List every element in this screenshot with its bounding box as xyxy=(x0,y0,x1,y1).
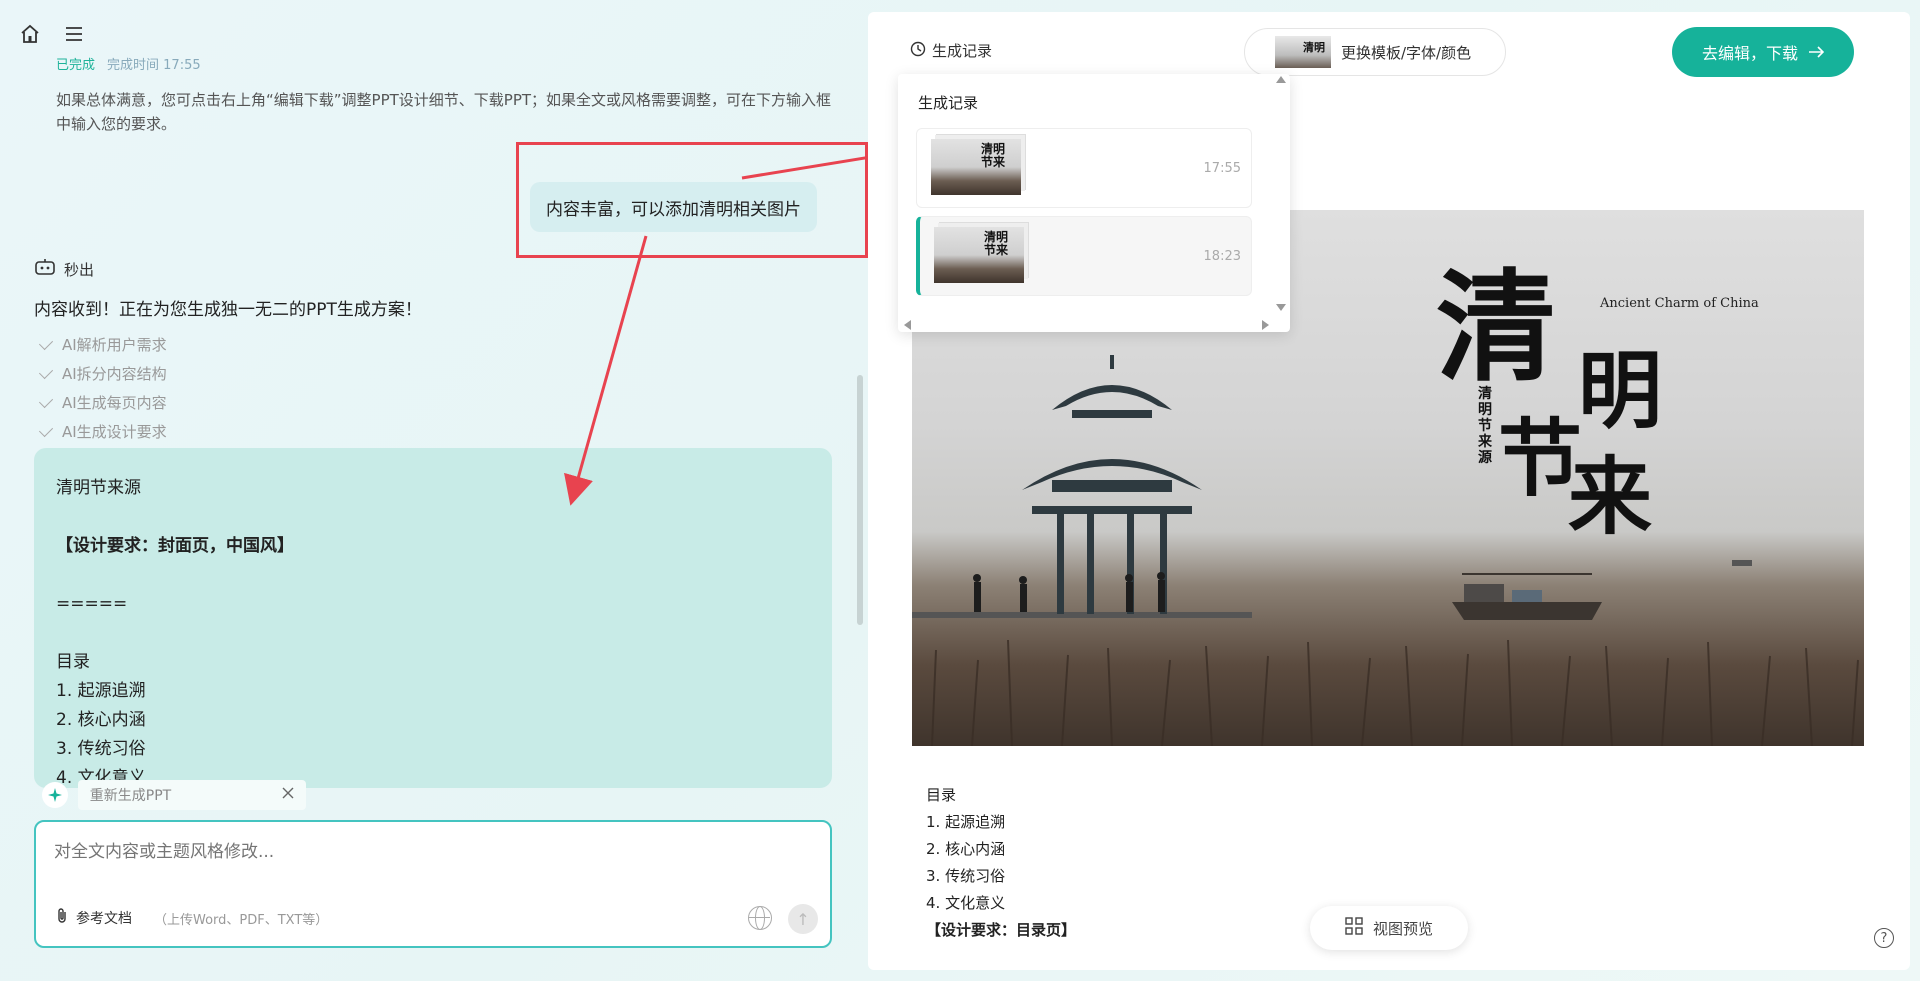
check-icon xyxy=(38,422,54,437)
scroll-up-icon[interactable] xyxy=(1276,76,1286,83)
edit-download-button[interactable]: 去编辑，下载 xyxy=(1672,27,1854,77)
scrollbar[interactable] xyxy=(857,375,863,625)
step-item: AI生成每页内容 xyxy=(38,388,167,417)
scroll-right-icon[interactable] xyxy=(1262,320,1269,330)
scroll-left-icon[interactable] xyxy=(904,320,911,330)
outline-line: 目录 xyxy=(926,786,957,804)
help-icon[interactable]: ? xyxy=(1874,928,1894,948)
bot-header: 秒出 xyxy=(34,258,94,280)
user-message-bubble: 内容丰富，可以添加清明相关图片 xyxy=(530,182,817,232)
reference-doc-label: 参考文档 xyxy=(76,911,132,927)
generation-record-button[interactable]: 生成记录 xyxy=(910,40,992,61)
history-thumbnail: 清明节来 xyxy=(934,227,1024,283)
bot-name: 秒出 xyxy=(64,260,95,279)
sparkle-icon xyxy=(42,782,68,808)
regen-button[interactable]: 重新生成PPT xyxy=(77,780,306,810)
step-item: AI生成设计要求 xyxy=(38,417,167,446)
view-preview-label: 视图预览 xyxy=(1372,919,1433,938)
outline-line: 1. 起源追溯 xyxy=(926,813,1006,831)
progress-steps: AI解析用户需求 AI拆分内容结构 AI生成每页内容 AI生成设计要求 xyxy=(38,330,167,446)
template-thumbnail: 清明 xyxy=(1275,36,1331,68)
outline-line: ===== xyxy=(56,594,128,614)
outline-card: 清明节来源 【设计要求：封面页，中国风】 ===== 目录 1. 起源追溯 2.… xyxy=(34,448,832,788)
bot-icon xyxy=(34,258,56,280)
paperclip-icon xyxy=(56,908,68,928)
slide-english-subtitle: Ancient Charm of China xyxy=(1600,296,1759,311)
history-item-active[interactable]: 清明节来 18:23 xyxy=(916,216,1252,296)
outline-line: 目录 xyxy=(56,652,90,672)
generation-record-label: 生成记录 xyxy=(932,42,993,60)
outline-line: 【设计要求：目录页】 xyxy=(926,921,1077,939)
history-time: 18:23 xyxy=(1203,249,1241,264)
chat-panel: 已完成 完成时间 17:55 如果总体满意，您可点击右上角“编辑下载”调整PPT… xyxy=(0,0,868,981)
reference-doc-hint: （上传Word、PDF、TXT等） xyxy=(154,912,329,928)
status-badge: 已完成 xyxy=(56,58,96,72)
bot-intro: 内容收到！正在为您生成独一无二的PPT生成方案！ xyxy=(34,300,422,320)
change-template-label: 更换模板/字体/颜色 xyxy=(1341,43,1472,62)
check-icon xyxy=(38,364,54,379)
outline-line: 3. 传统习俗 xyxy=(56,739,146,759)
send-button[interactable]: ↑ xyxy=(788,904,818,934)
history-thumbnail: 清明节来 xyxy=(931,139,1021,195)
regen-label: 重新生成PPT xyxy=(89,788,172,804)
status-time: 完成时间 17:55 xyxy=(107,58,201,72)
outline-line: 清明节来源 xyxy=(56,478,141,498)
slide-title-char: 清 xyxy=(1436,257,1556,398)
outline-line: 1. 起源追溯 xyxy=(56,681,146,701)
view-preview-button[interactable]: 视图预览 xyxy=(1310,906,1468,950)
previous-bot-message: 如果总体满意，您可点击右上角“编辑下载”调整PPT设计细节、下载PPT；如果全文… xyxy=(56,91,832,133)
clock-icon xyxy=(910,41,926,61)
globe-icon[interactable] xyxy=(748,906,772,930)
status-row: 已完成 完成时间 17:55 xyxy=(56,54,201,72)
scroll-down-icon[interactable] xyxy=(1276,304,1286,311)
edit-download-label: 去编辑，下载 xyxy=(1701,44,1798,63)
regen-chip: 重新生成PPT xyxy=(42,780,306,810)
history-time: 17:55 xyxy=(1203,161,1241,176)
step-item: AI拆分内容结构 xyxy=(38,359,167,388)
chat-input[interactable] xyxy=(54,842,794,862)
slide-title-char: 明 xyxy=(1578,341,1663,440)
outline-line: 4. 文化意义 xyxy=(926,894,1006,912)
arrow-right-icon xyxy=(1808,43,1825,62)
outline-line: 【设计要求：封面页，中国风】 xyxy=(56,536,294,556)
history-title: 生成记录 xyxy=(918,94,979,112)
outline-line: 2. 核心内涵 xyxy=(56,710,146,730)
outline-line: 2. 核心内涵 xyxy=(926,840,1006,858)
step-item: AI解析用户需求 xyxy=(38,330,167,359)
reference-doc-button[interactable]: 参考文档 （上传Word、PDF、TXT等） xyxy=(56,908,328,928)
close-icon[interactable] xyxy=(282,787,294,803)
change-template-button[interactable]: 清明 更换模板/字体/颜色 xyxy=(1244,28,1506,76)
slide-vertical-subtitle: 清明节来源 xyxy=(1478,386,1492,466)
grid-icon xyxy=(1345,917,1363,939)
check-icon xyxy=(38,393,54,408)
slide-title-char: 来 xyxy=(1568,447,1653,546)
history-item[interactable]: 清明节来 17:55 xyxy=(916,128,1252,208)
next-slide-outline: 目录 1. 起源追溯 2. 核心内涵 3. 传统习俗 4. 文化意义 【设计要求… xyxy=(926,782,1076,944)
chat-input-box: 参考文档 （上传Word、PDF、TXT等） ↑ xyxy=(34,820,832,948)
outline-line: 3. 传统习俗 xyxy=(926,867,1006,885)
history-dropdown: 生成记录 清明节来 17:55 清明节来 18:23 xyxy=(898,74,1290,332)
check-icon xyxy=(38,335,54,350)
